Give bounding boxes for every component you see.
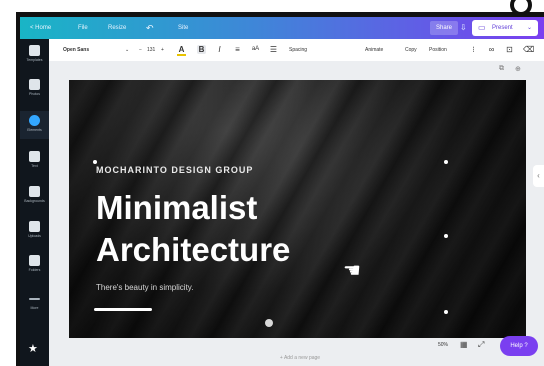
selection-handle[interactable] [93, 160, 97, 164]
download-icon[interactable]: ⇩ [460, 17, 467, 39]
bold-icon[interactable]: B [197, 45, 206, 54]
text-color-icon[interactable]: A [177, 45, 186, 56]
folders-icon [29, 255, 40, 266]
rail-label: Backgrounds [24, 199, 45, 203]
headline-line2[interactable]: Architecture [96, 232, 290, 268]
selection-handle[interactable] [444, 160, 448, 164]
photos-icon [29, 79, 40, 90]
company-name-text[interactable]: MOCHARINTO DESIGN GROUP [96, 165, 253, 175]
add-page-icon[interactable]: ⊕ [515, 65, 521, 73]
editor-header: < Home File Resize ↶ Site Share ⇩ ▭ Pres… [20, 17, 544, 39]
rail-item-text[interactable]: Text [20, 147, 49, 175]
rail-item-backgrounds[interactable]: Backgrounds [20, 182, 49, 210]
file-menu[interactable]: File [78, 17, 88, 39]
transparency-icon[interactable]: ⁝ [469, 45, 478, 54]
duplicate-page-icon[interactable]: ⧉ [499, 65, 504, 73]
uploads-icon [29, 221, 40, 232]
minus-icon[interactable]: − [139, 39, 142, 61]
tagline-text[interactable]: There's beauty in simplicity. [96, 283, 193, 292]
hand-cursor-icon: ☚ [343, 260, 361, 282]
rail-label: Folders [28, 268, 41, 272]
zoom-level[interactable]: 50% [438, 342, 448, 348]
text-toolbar: Open Sans ⌄ − 131 + A B I ≡ aA ☰ Spacing… [49, 39, 544, 62]
elements-icon [29, 115, 40, 126]
lock-icon[interactable]: ⊡ [505, 45, 514, 54]
align-icon[interactable]: ≡ [233, 45, 242, 54]
share-button[interactable]: Share [430, 21, 458, 35]
position-button[interactable]: Position [429, 39, 447, 61]
headline-line1[interactable]: Minimalist [96, 190, 257, 226]
rail-label: Uploads [28, 234, 41, 238]
link-icon[interactable]: ∞ [487, 45, 496, 54]
grid-view-icon[interactable]: ▦ [460, 340, 468, 349]
present-icon: ▭ [478, 23, 486, 32]
fullscreen-icon[interactable]: ⤢ [478, 340, 484, 350]
templates-icon [29, 45, 40, 56]
star-icon[interactable]: ★ [28, 342, 38, 355]
animate-button[interactable]: Animate [365, 39, 383, 61]
chevron-down-icon[interactable]: ⌄ [125, 39, 129, 61]
rail-item-templates[interactable]: Templates [20, 41, 49, 69]
font-family-select[interactable]: Open Sans [63, 39, 89, 61]
resize-menu[interactable]: Resize [108, 17, 126, 39]
rail-label: Text [31, 164, 38, 168]
letter-case-icon[interactable]: aA [251, 45, 260, 54]
rail-label: Elements [27, 128, 42, 132]
more-icon [29, 298, 40, 300]
italic-icon[interactable]: I [215, 45, 224, 54]
rail-label: Templates [26, 58, 43, 62]
font-size-input[interactable]: 131 [147, 39, 155, 61]
selection-handle[interactable] [444, 234, 448, 238]
present-button[interactable]: ▭ Present ⌄ [472, 20, 538, 36]
present-label: Present [492, 25, 513, 31]
backgrounds-icon [29, 186, 40, 197]
chevron-left-icon[interactable]: ‹ [533, 165, 544, 187]
copy-button[interactable]: Copy [405, 39, 417, 61]
rail-item-photos[interactable]: Photos [20, 75, 49, 103]
back-home-link[interactable]: < Home [30, 17, 51, 39]
rail-item-folders[interactable]: Folders [20, 251, 49, 279]
text-icon [29, 151, 40, 162]
rail-item-more[interactable]: More [20, 289, 49, 317]
list-icon[interactable]: ☰ [269, 45, 278, 54]
undo-icon[interactable]: ↶ [146, 17, 154, 39]
rail-label: More [30, 306, 39, 310]
rotate-handle-icon[interactable] [265, 319, 273, 327]
rail-item-elements[interactable]: Elements [20, 111, 49, 139]
spacing-button[interactable]: Spacing [289, 39, 307, 61]
design-title[interactable]: Site [178, 17, 188, 39]
rail-label: Photos [29, 92, 40, 96]
rail-item-uploads[interactable]: Uploads [20, 217, 49, 245]
side-panel-rail: Templates Photos Elements Text Backgroun… [20, 39, 49, 366]
plus-icon[interactable]: + [161, 39, 164, 61]
chevron-down-icon: ⌄ [526, 25, 532, 31]
trash-icon[interactable]: ⌫ [523, 45, 534, 54]
selection-handle[interactable] [444, 310, 448, 314]
add-page-button[interactable]: + Add a new page [230, 353, 370, 363]
decorative-underline[interactable] [94, 308, 152, 311]
help-button[interactable]: Help ? [500, 336, 538, 356]
